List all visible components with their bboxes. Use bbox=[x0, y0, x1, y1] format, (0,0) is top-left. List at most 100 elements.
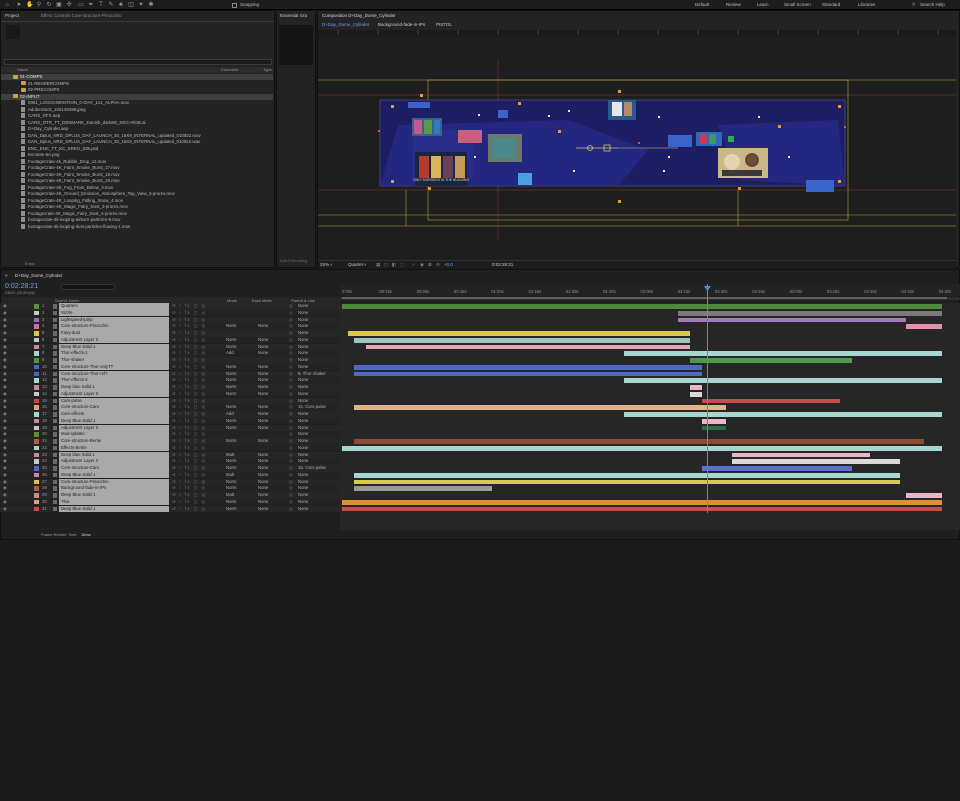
layer-mode-dropdown[interactable]: Add bbox=[226, 411, 234, 418]
parent-pickwhip-icon[interactable]: ◎ bbox=[289, 431, 293, 438]
layer-mode-dropdown[interactable]: Norm bbox=[226, 377, 237, 384]
track-matte-dropdown[interactable]: None bbox=[258, 384, 268, 391]
label-color-swatch[interactable] bbox=[34, 479, 39, 485]
layer-name[interactable]: Background-fade-in-IPs bbox=[59, 485, 169, 492]
layer-duration-bar[interactable] bbox=[354, 371, 702, 377]
layer-switches-icon[interactable]: ⊘ ⁄ fx ◻ ◎ bbox=[172, 384, 207, 391]
label-color-swatch[interactable] bbox=[34, 364, 39, 370]
layer-switches-icon[interactable]: ⊘ ⁄ fx ◻ ◎ bbox=[172, 431, 207, 438]
column-name[interactable]: Name bbox=[17, 67, 28, 72]
track-matte-dropdown[interactable]: None bbox=[258, 391, 268, 398]
track-area[interactable] bbox=[340, 303, 960, 513]
parent-dropdown[interactable]: None bbox=[298, 391, 328, 398]
layer-name[interactable]: Deep Blue Solid 1 bbox=[59, 471, 169, 479]
visibility-eye-icon[interactable]: ◉ bbox=[3, 337, 7, 344]
layer-switches-icon[interactable]: ⊘ ⁄ fx ◻ ◎ bbox=[172, 479, 207, 486]
layer-duration-bar[interactable] bbox=[342, 445, 942, 451]
parent-dropdown[interactable]: None bbox=[298, 472, 328, 479]
layer-name[interactable]: Sizzle bbox=[59, 309, 169, 317]
hand-tool-icon[interactable]: ✋ bbox=[26, 2, 33, 8]
layer-switches-icon[interactable]: ⊘ ⁄ fx ◻ ◎ bbox=[172, 485, 207, 492]
layer-duration-bar[interactable] bbox=[348, 331, 690, 336]
label-color-swatch[interactable] bbox=[34, 412, 39, 417]
visibility-eye-icon[interactable]: ◉ bbox=[3, 458, 7, 465]
layer-duration-bar[interactable] bbox=[366, 344, 690, 350]
label-color-swatch[interactable] bbox=[34, 358, 39, 363]
parent-dropdown[interactable]: None bbox=[298, 492, 328, 499]
label-color-swatch[interactable] bbox=[34, 385, 39, 390]
visibility-eye-icon[interactable]: ◉ bbox=[3, 398, 7, 405]
exposure-value[interactable]: +0,0 bbox=[444, 262, 453, 267]
layer-switches-icon[interactable]: ⊘ ⁄ fx ◻ ◎ bbox=[172, 438, 207, 445]
visibility-eye-icon[interactable]: ◉ bbox=[3, 465, 7, 472]
track-matte-dropdown[interactable]: None bbox=[258, 377, 268, 384]
layer-name[interactable]: Core-structure-Cars bbox=[59, 404, 169, 411]
layer-mode-dropdown[interactable]: Norm bbox=[226, 364, 237, 371]
parent-dropdown[interactable]: None bbox=[298, 384, 328, 391]
layer-switches-icon[interactable]: ⊘ ⁄ fx ◻ ◎ bbox=[172, 323, 207, 330]
project-folder-item[interactable]: 02-INPUT bbox=[1, 93, 273, 100]
layer-row[interactable]: ◉ 26 Deep Blue Solid 1 ⊘ ⁄ fx ◻ ◎ Mult None ◎ N… bbox=[0, 471, 340, 479]
magnification-dropdown[interactable]: 25% bbox=[320, 262, 329, 267]
parent-pickwhip-icon[interactable]: ◎ bbox=[289, 377, 293, 384]
parent-pickwhip-icon[interactable]: ◎ bbox=[289, 384, 293, 391]
parent-pickwhip-icon[interactable]: ◎ bbox=[289, 438, 293, 445]
layer-duration-bar[interactable] bbox=[906, 324, 942, 330]
work-area-range[interactable] bbox=[342, 297, 947, 299]
layer-duration-bar[interactable] bbox=[702, 466, 852, 471]
visibility-eye-icon[interactable]: ◉ bbox=[3, 425, 7, 432]
layer-name[interactable]: Thor-effects-2 bbox=[59, 377, 169, 384]
label-color-swatch[interactable] bbox=[34, 493, 39, 498]
layer-name[interactable]: Deep Blue Solid 1 bbox=[59, 505, 169, 513]
layer-duration-bar[interactable] bbox=[354, 486, 492, 492]
column-mode[interactable]: Mode bbox=[227, 298, 237, 303]
parent-pickwhip-icon[interactable]: ◎ bbox=[289, 506, 293, 513]
layer-duration-bar[interactable] bbox=[624, 351, 942, 357]
camera-snapshot-icon[interactable]: ◉ bbox=[420, 262, 424, 268]
workspace-standard[interactable]: Standard bbox=[822, 2, 840, 7]
project-tab[interactable]: Project bbox=[5, 13, 19, 18]
layer-name[interactable]: Deep blue Solid 1 bbox=[59, 384, 169, 391]
label-color-swatch[interactable] bbox=[34, 324, 39, 329]
parent-pickwhip-icon[interactable]: ◎ bbox=[289, 364, 293, 371]
layer-row[interactable]: ◉ 17 Cars-effects ⊘ ⁄ fx ◻ ◎ Add None ◎ None bbox=[0, 411, 340, 418]
layer-mode-dropdown[interactable]: Norm bbox=[226, 458, 237, 465]
layer-name[interactable]: Core-structure-Thor-ref? bbox=[59, 370, 169, 378]
parent-dropdown[interactable]: None bbox=[298, 350, 328, 357]
visibility-eye-icon[interactable]: ◉ bbox=[3, 479, 7, 486]
parent-dropdown[interactable]: None bbox=[298, 337, 328, 344]
layer-duration-bar[interactable] bbox=[702, 418, 726, 424]
layer-duration-bar[interactable] bbox=[354, 405, 726, 411]
layer-name[interactable]: Fairy-dust bbox=[59, 330, 169, 337]
search-help-field[interactable]: Search Help bbox=[920, 2, 945, 7]
parent-pickwhip-icon[interactable]: ◎ bbox=[289, 452, 293, 459]
layer-switches-icon[interactable]: ⊘ ⁄ fx ◻ ◎ bbox=[172, 350, 207, 357]
layer-row[interactable]: ◉ 10 Core-structure-Thor-onlyTT ⊘ ⁄ fx ◻ ◎ N… bbox=[0, 363, 340, 371]
layer-switches-icon[interactable]: ⊘ ⁄ fx ◻ ◎ bbox=[172, 303, 207, 310]
layer-switches-icon[interactable]: ⊘ ⁄ fx ◻ ◎ bbox=[172, 404, 207, 411]
mask-icon[interactable]: ▢ bbox=[384, 262, 388, 268]
layer-switches-icon[interactable]: ⊘ ⁄ fx ◻ ◎ bbox=[172, 418, 207, 425]
label-color-swatch[interactable] bbox=[34, 304, 39, 309]
add-formatting-label[interactable]: Add Formatting bbox=[280, 258, 307, 263]
parent-pickwhip-icon[interactable]: ◎ bbox=[289, 330, 293, 337]
visibility-eye-icon[interactable]: ◉ bbox=[3, 357, 7, 364]
layer-row[interactable]: ◉ 22 Effects-Bertie ⊘ ⁄ fx ◻ ◎ ◎ None bbox=[0, 444, 340, 452]
parent-dropdown[interactable]: None bbox=[298, 344, 328, 351]
composition-title-tab[interactable]: Composition D+Day_Dome_Cylinder bbox=[322, 13, 396, 18]
layer-duration-bar[interactable] bbox=[906, 493, 942, 498]
layer-name[interactable]: Mud-splatter bbox=[59, 431, 169, 438]
label-color-swatch[interactable] bbox=[34, 331, 39, 336]
layer-switches-icon[interactable]: ⊘ ⁄ fx ◻ ◎ bbox=[172, 425, 207, 432]
track-matte-dropdown[interactable]: None bbox=[258, 479, 268, 486]
visibility-eye-icon[interactable]: ◉ bbox=[3, 418, 7, 425]
parent-pickwhip-icon[interactable]: ◎ bbox=[289, 492, 293, 499]
parent-pickwhip-icon[interactable]: ◎ bbox=[289, 317, 293, 324]
parent-dropdown[interactable]: None bbox=[298, 479, 328, 486]
zoom-tool-icon[interactable]: ⚲ bbox=[36, 2, 42, 8]
composition-viewer[interactable]: ONLY MURDERS IN THE BUILDING bbox=[318, 30, 956, 260]
project-file-item[interactable]: footagecrate-4k-looping-dust-particles-f… bbox=[1, 223, 273, 230]
layer-row[interactable]: ◉ 24 Adjustment Layer 3 ⊘ ⁄ fx ◻ ◎ Norm None ◎… bbox=[0, 458, 340, 465]
column-type[interactable]: Type bbox=[263, 67, 272, 72]
layer-name[interactable]: Adjustment Layer 3 bbox=[59, 390, 169, 398]
